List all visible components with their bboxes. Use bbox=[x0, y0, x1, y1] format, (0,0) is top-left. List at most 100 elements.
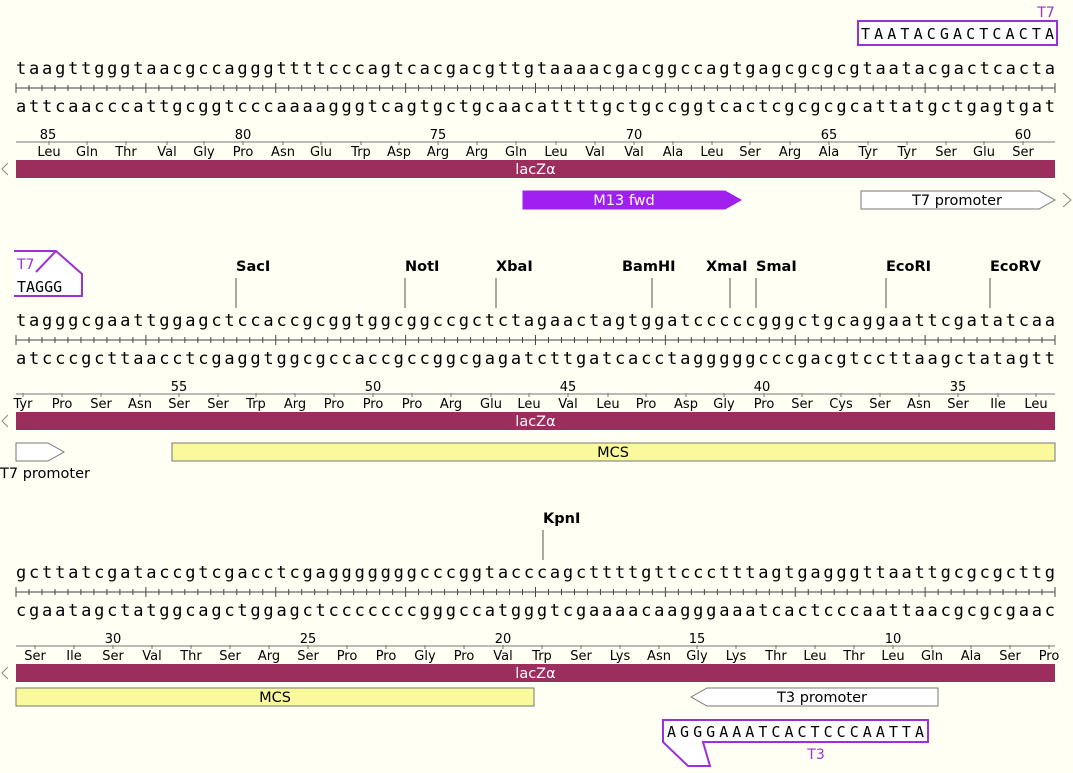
amino-acid: Leu bbox=[700, 145, 723, 160]
amino-acid: Pro bbox=[454, 649, 475, 664]
amino-acid: Trp bbox=[350, 145, 371, 160]
amino-acid: Thr bbox=[764, 649, 787, 664]
t7-promoter-feature bbox=[15, 442, 66, 462]
amino-acid: Val bbox=[624, 145, 643, 160]
amino-acid: Pro bbox=[636, 397, 657, 412]
enzyme-site-label: NotI bbox=[405, 259, 439, 275]
top-strand-sequence: tagggcgaattggagctccaccgcggtggcggccgctcta… bbox=[16, 311, 1055, 331]
enzyme-site-label: XbaI bbox=[496, 259, 533, 275]
residue-number: 45 bbox=[560, 380, 577, 395]
amino-acid: Val bbox=[585, 145, 604, 160]
amino-acid: Tyr bbox=[897, 145, 918, 160]
continuation-left-icon bbox=[1, 162, 9, 176]
amino-acid: Leu bbox=[881, 649, 904, 664]
amino-acid: Pro bbox=[233, 145, 254, 160]
amino-acid: Ser bbox=[791, 397, 813, 412]
amino-acid: Arg bbox=[779, 145, 801, 160]
amino-acid: Trp bbox=[245, 397, 266, 412]
amino-acid: Gly bbox=[193, 145, 215, 160]
residue-number: 30 bbox=[105, 632, 122, 647]
amino-acid: Gln bbox=[921, 649, 943, 664]
amino-acid: Leu bbox=[544, 145, 567, 160]
sequence-row-3: KpnI gcttatcgataccgtcgacctcgagggggggcccgg… bbox=[1, 511, 1060, 767]
t3-promoter-feature-label: T3 promoter bbox=[776, 690, 867, 706]
residue-number: 15 bbox=[689, 632, 706, 647]
amino-acid: Asn bbox=[907, 397, 931, 412]
residue-number: 75 bbox=[430, 128, 447, 143]
t7-primer-sequence: TAATACGACTCACTA bbox=[861, 25, 1054, 43]
t7-promoter-feature-label: T7 promoter bbox=[0, 466, 90, 482]
amino-acid: Thr bbox=[842, 649, 865, 664]
lacz-feature-label: lacZα bbox=[515, 666, 555, 682]
amino-acid: Cys bbox=[829, 397, 853, 412]
amino-acid: Ser bbox=[947, 397, 969, 412]
residue-number: 80 bbox=[235, 128, 252, 143]
mcs-feature-label: MCS bbox=[259, 690, 291, 706]
amino-acid: Leu bbox=[37, 145, 60, 160]
t7-primer-name: T7 bbox=[1036, 5, 1054, 21]
residue-number: 85 bbox=[40, 128, 57, 143]
amino-acid: Leu bbox=[596, 397, 619, 412]
amino-acid: Arg bbox=[466, 145, 488, 160]
t3-primer-name: T3 bbox=[806, 747, 824, 763]
continuation-left-icon bbox=[1, 666, 9, 680]
amino-acid: Glu bbox=[480, 397, 502, 412]
residue-number: 70 bbox=[626, 128, 643, 143]
residue-number: 65 bbox=[821, 128, 838, 143]
amino-acid: Ile bbox=[66, 649, 81, 664]
t7-primer-name: T7 bbox=[16, 257, 34, 273]
amino-acid: Ser bbox=[935, 145, 957, 160]
mcs-feature-label: MCS bbox=[597, 445, 629, 461]
amino-acid: Pro bbox=[324, 397, 345, 412]
amino-acid: Lys bbox=[726, 649, 747, 664]
amino-acid: Tyr bbox=[858, 145, 879, 160]
t7-promoter-feature-label: T7 promoter bbox=[911, 193, 1002, 209]
amino-acid: Asp bbox=[387, 145, 411, 160]
amino-acid: Ser bbox=[24, 649, 46, 664]
bottom-strand-sequence: atcccgcttaacctcgaggtggcgccaccgccggcgagat… bbox=[16, 349, 1055, 369]
amino-acid: Pro bbox=[363, 397, 384, 412]
amino-acid: Ser bbox=[570, 649, 592, 664]
residue-number: 20 bbox=[495, 632, 512, 647]
continuation-right-icon bbox=[1062, 192, 1072, 208]
amino-acid: Pro bbox=[754, 397, 775, 412]
sequence-row-1: taagttgggtaacgccagggttttcccagtcacgacgttg… bbox=[1, 5, 1072, 210]
residue-number: 50 bbox=[365, 380, 382, 395]
amino-acid: Ser bbox=[999, 649, 1021, 664]
residue-number: 60 bbox=[1015, 128, 1032, 143]
amino-acid: Asn bbox=[647, 649, 671, 664]
sequence-map: taagttgggtaacgccagggttttcccagtcacgacgttg… bbox=[0, 5, 1072, 767]
amino-acid: Ser bbox=[90, 397, 112, 412]
amino-acid: Asn bbox=[128, 397, 152, 412]
amino-acid: Ala bbox=[819, 145, 839, 160]
amino-acid: Trp bbox=[531, 649, 552, 664]
residue-number: 40 bbox=[754, 380, 771, 395]
enzyme-site-label: XmaI bbox=[706, 259, 747, 275]
amino-acid: Ser bbox=[739, 145, 761, 160]
amino-acid: Thr bbox=[114, 145, 137, 160]
amino-acid: Val bbox=[157, 145, 176, 160]
enzyme-site-label: SmaI bbox=[756, 259, 797, 275]
amino-acid: Thr bbox=[179, 649, 202, 664]
amino-acid: Leu bbox=[1024, 397, 1047, 412]
top-strand-sequence: taagttgggtaacgccagggttttcccagtcacgacgttg… bbox=[16, 59, 1055, 79]
bottom-strand-sequence: attcaacccattgcggtcccaaaagggtcagtgctgcaac… bbox=[16, 97, 1055, 117]
continuation-left-icon bbox=[1, 414, 9, 428]
amino-acid: Pro bbox=[52, 397, 73, 412]
amino-acid: Pro bbox=[1039, 649, 1060, 664]
amino-acid: Leu bbox=[517, 397, 540, 412]
amino-acid: Gly bbox=[713, 397, 735, 412]
residue-number: 10 bbox=[885, 632, 902, 647]
amino-acid: Ser bbox=[869, 397, 891, 412]
amino-acid: Arg bbox=[440, 397, 462, 412]
amino-acid: Arg bbox=[258, 649, 280, 664]
bottom-strand-sequence: cgaatagctatggcagctggagctcccccccgggccatgg… bbox=[16, 601, 1055, 621]
residue-number: 55 bbox=[171, 380, 188, 395]
amino-acid: Pro bbox=[402, 397, 423, 412]
residue-number: 25 bbox=[300, 632, 317, 647]
amino-acid: Gln bbox=[505, 145, 527, 160]
amino-acid: Val bbox=[493, 649, 512, 664]
m13-fwd-feature-label: M13 fwd bbox=[593, 193, 654, 209]
amino-acid: Ser bbox=[1012, 145, 1034, 160]
sequence-row-2: SacI NotI XbaI BamHI XmaI SmaI EcoRI EcoRV taggg… bbox=[0, 250, 1056, 482]
